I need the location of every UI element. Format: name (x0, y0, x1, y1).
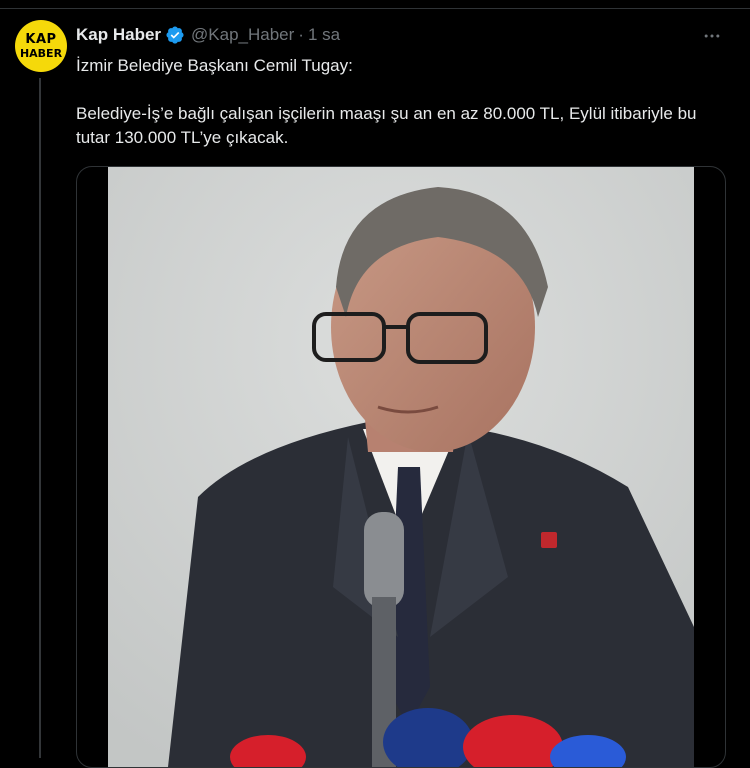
post-text-line-2: Belediye-İş’e bağlı çalışan işçilerin ma… (76, 104, 697, 147)
post-text-line-1: İzmir Belediye Başkanı Cemil Tugay: (76, 56, 353, 75)
post-text: İzmir Belediye Başkanı Cemil Tugay: Bele… (76, 54, 726, 150)
more-options-icon[interactable] (698, 22, 726, 50)
author-handle[interactable]: @Kap_Haber (191, 25, 294, 45)
video-player[interactable] (76, 166, 726, 768)
avatar[interactable]: KAP HABER (15, 20, 67, 72)
post-header: Kap Haber @Kap_Haber · 1 sa (76, 25, 340, 45)
avatar-text-top: KAP (25, 32, 57, 47)
avatar-text-bottom: HABER (19, 47, 63, 60)
thread-line (39, 78, 41, 758)
post-time[interactable]: 1 sa (308, 25, 340, 45)
header-separator: · (298, 25, 304, 44)
verified-badge-icon (165, 25, 185, 45)
video-frame[interactable] (108, 167, 694, 767)
top-divider (0, 8, 750, 9)
author-name[interactable]: Kap Haber (76, 25, 161, 45)
